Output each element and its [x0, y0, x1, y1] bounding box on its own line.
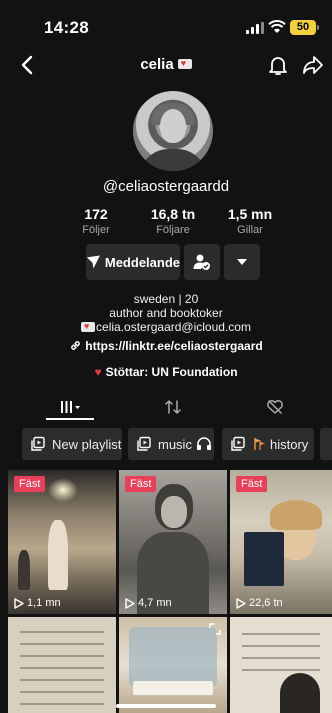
stat-following[interactable]: 172 Följer [56, 206, 136, 236]
caret-down-icon [237, 259, 247, 265]
grid-icon [61, 401, 80, 413]
bio-line-2: author and booktoker [109, 306, 223, 320]
wifi-icon [268, 20, 286, 33]
signal-icon [246, 22, 264, 34]
video-tile[interactable]: Fäst 4,7 mn [119, 470, 227, 614]
bio-line-1: sweden | 20 [133, 292, 199, 306]
video-tile[interactable]: Fäst 22,6 tn [230, 470, 332, 614]
avatar[interactable] [133, 91, 213, 171]
profile-link-text: https://linktr.ee/celiaostergaard [85, 339, 263, 353]
status-time: 14:28 [44, 18, 89, 37]
love-letter-icon [81, 321, 96, 332]
send-icon [86, 255, 100, 269]
video-grid: Fäst 1,1 mn Fäst 4,7 mn Fäst 22,6 tn [0, 470, 332, 713]
view-count-text: 1,1 mn [27, 597, 61, 609]
flags-icon [254, 438, 265, 450]
stat-following-value: 172 [84, 206, 108, 222]
tab-liked[interactable] [220, 392, 330, 422]
video-tile[interactable]: Fäst 1,1 mn [8, 470, 116, 614]
pinned-badge: Fäst [236, 476, 268, 492]
video-tile[interactable] [230, 617, 332, 713]
stat-likes[interactable]: 1,5 mn Gillar [210, 206, 290, 236]
share-icon[interactable] [302, 54, 324, 76]
home-indicator [116, 704, 216, 708]
play-icon [236, 597, 246, 609]
pinned-badge: Fäst [125, 476, 157, 492]
stat-followers-value: 16,8 tn [150, 206, 196, 222]
view-count: 4,7 mn [125, 597, 172, 609]
heart-icon: ♥ [94, 365, 102, 379]
profile-tabs [0, 392, 332, 422]
playlist-history-label: history [270, 436, 309, 452]
message-button[interactable]: Meddelande [86, 244, 180, 280]
bio-email-row: celia.ostergaard@icloud.com [0, 320, 332, 334]
active-tab-indicator [46, 418, 94, 420]
playlist-icon [231, 436, 245, 451]
stat-followers[interactable]: 16,8 tn Följare [133, 206, 213, 236]
status-bar: 14:28 50 [0, 0, 332, 44]
pinned-badge: Fäst [14, 476, 46, 492]
repost-icon [165, 400, 181, 414]
playlist-history[interactable]: history [222, 428, 314, 460]
stat-likes-label: Gillar [237, 224, 263, 236]
person-check-icon [193, 254, 210, 270]
video-tile[interactable] [8, 617, 116, 713]
view-count: 1,1 mn [14, 597, 61, 609]
profile-link[interactable]: https://linktr.ee/celiaostergaard [0, 339, 332, 353]
playlist-music-label: music [158, 436, 192, 452]
playlist-icon [31, 436, 45, 451]
playlist-row: New playlist music history [0, 428, 332, 462]
playlist-new[interactable]: New playlist [22, 428, 122, 460]
headphones-icon [196, 437, 211, 450]
following-status-button[interactable] [184, 244, 220, 280]
more-options-button[interactable] [224, 244, 260, 280]
expand-icon [209, 623, 221, 635]
love-letter-icon [177, 58, 192, 70]
message-button-label: Meddelande [104, 254, 180, 270]
heart-hidden-icon [267, 400, 283, 414]
playlist-music[interactable]: music [128, 428, 214, 460]
stat-following-label: Följer [82, 224, 110, 236]
tab-reposts[interactable] [118, 392, 228, 422]
play-icon [125, 597, 135, 609]
top-nav: celia [0, 48, 332, 82]
bell-icon[interactable] [268, 54, 288, 76]
play-icon [14, 597, 24, 609]
bio-email: celia.ostergaard@icloud.com [96, 320, 251, 334]
view-count: 22,6 tn [236, 597, 283, 609]
battery-icon: 50 [290, 20, 319, 35]
stat-likes-value: 1,5 mn [227, 206, 273, 222]
playlist-more[interactable] [320, 428, 332, 460]
stat-followers-label: Följare [156, 224, 190, 236]
playlist-icon [137, 436, 151, 451]
view-count-text: 4,7 mn [138, 597, 172, 609]
link-icon [71, 341, 81, 350]
support-text: Stöttar: UN Foundation [105, 365, 238, 379]
video-tile[interactable] [119, 617, 227, 713]
support-row[interactable]: ♥ Stöttar: UN Foundation [0, 365, 332, 379]
view-count-text: 22,6 tn [249, 597, 283, 609]
playlist-new-label: New playlist [52, 436, 122, 452]
profile-handle: @celiaostergaardd [102, 178, 230, 195]
nav-title-text: celia [140, 56, 174, 73]
